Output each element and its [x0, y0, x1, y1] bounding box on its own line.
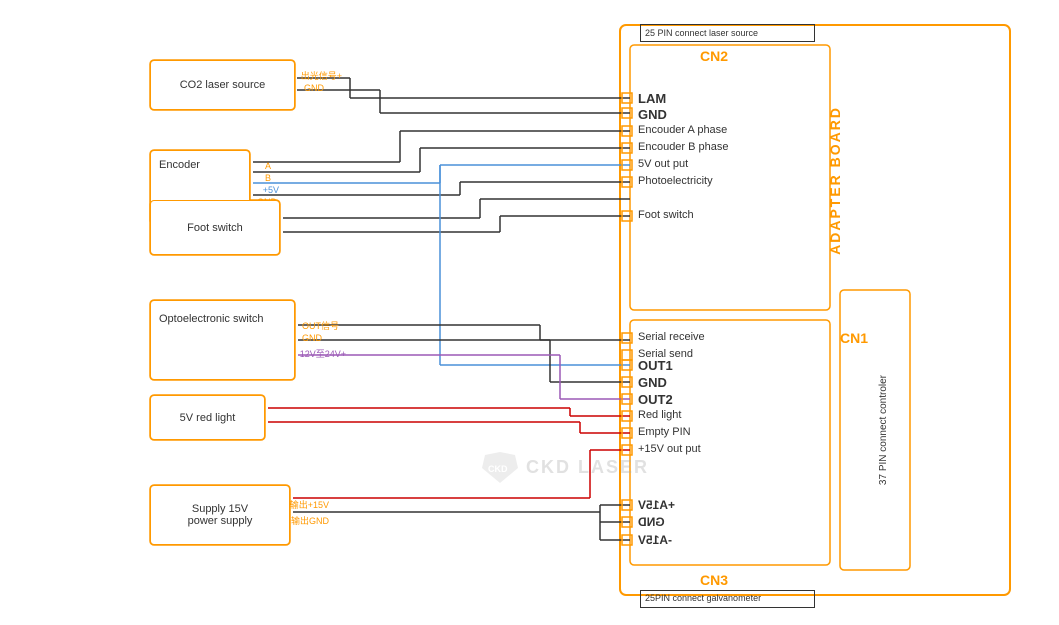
pin-cn3-3: -A15V [638, 533, 672, 547]
enc-sig-b: B [265, 173, 271, 183]
pin-red-light: Red light [638, 409, 681, 421]
logo-watermark: CKD CKD LASER [480, 450, 649, 485]
red-light-box: 5V red light [150, 395, 265, 440]
pin-lam: LAM [638, 91, 666, 106]
pwr-sig-gnd: 输出GND [291, 514, 329, 527]
opto-switch-label: Optoelectronic switch [159, 313, 264, 325]
encoder-label: Encoder [159, 159, 200, 171]
pin-5v: 5V out put [638, 158, 688, 170]
foot-switch-label: Foot switch [187, 222, 243, 234]
power-supply-label: Supply 15Vpower supply [188, 503, 253, 527]
power-supply-box: Supply 15Vpower supply 输出+15V 输出GND [150, 485, 290, 545]
opto-sig-12v: 12V至24V+ [300, 347, 346, 360]
red-light-label: 5V red light [180, 412, 236, 424]
svg-text:CKD: CKD [488, 464, 508, 474]
cn2-desc-box [640, 24, 815, 42]
pin-cn3-2: GND [638, 515, 665, 529]
cn3-desc: 25PIN connect galvanometer [645, 593, 761, 603]
cn2-label: CN2 [700, 48, 728, 64]
opto-switch-box: Optoelectronic switch OUT信号 GND 12V至24V+ [150, 300, 295, 380]
adapter-board-vertical-text: ADAPTER BOARD [820, 80, 850, 280]
pin-out2: OUT2 [638, 392, 673, 407]
foot-switch-box: Foot switch [150, 200, 280, 255]
pin-ser-rx: Serial receive [638, 331, 705, 343]
pin-gnd-cn1: GND [638, 375, 667, 390]
pin-cn3-1: +A15V [638, 498, 675, 512]
pwr-sig-plus: 输出+15V [290, 498, 329, 511]
enc-sig-5v: +5V [263, 185, 279, 195]
pin-gnd-cn2: GND [638, 107, 667, 122]
co2-signal-1: 出光信号+ [301, 69, 342, 82]
pin-enc-a: Encouder A phase [638, 124, 727, 136]
co2-laser-box: CO2 laser source 出光信号+ GND [150, 60, 295, 110]
co2-laser-label: CO2 laser source [180, 79, 266, 91]
pin-empty: Empty PIN [638, 426, 691, 438]
opto-sig-gnd: GND [302, 333, 322, 343]
cn1-desc-vertical: 37 PIN connect controler [853, 295, 913, 565]
cn3-label: CN3 [700, 572, 728, 588]
enc-sig-a: A [265, 161, 271, 171]
pin-out1: OUT1 [638, 358, 673, 373]
pin-footsw: Foot switch [638, 209, 694, 221]
opto-sig-out: OUT信号 [302, 319, 339, 332]
pin-enc-b: Encouder B phase [638, 141, 729, 153]
logo-text: CKD LASER [526, 457, 649, 478]
co2-signal-2: GND [304, 83, 324, 93]
pin-photo: Photoelectricity [638, 175, 713, 187]
diagram-container: CO2 laser source 出光信号+ GND Encoder A B +… [0, 0, 1059, 625]
